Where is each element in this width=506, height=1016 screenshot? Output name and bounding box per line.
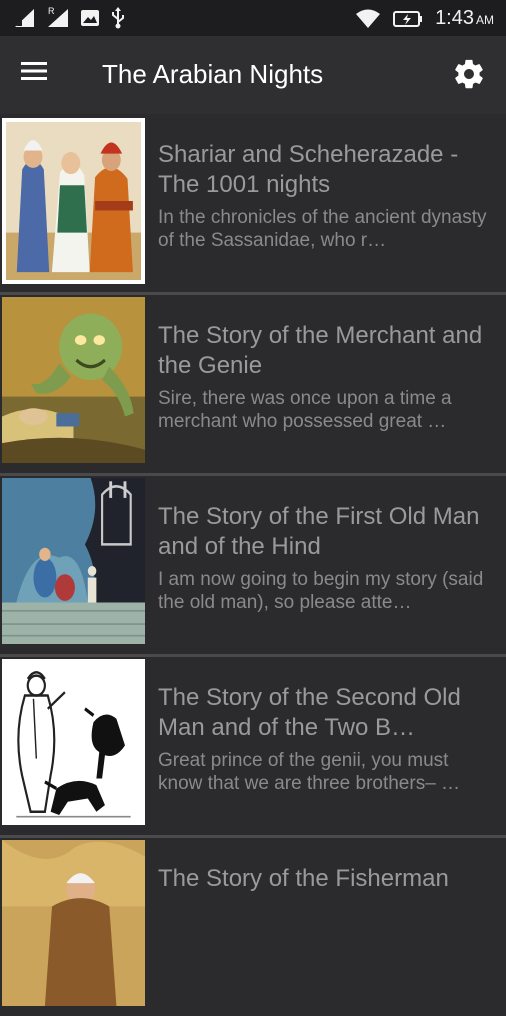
story-list: Shariar and Scheherazade - The 1001 nigh… bbox=[0, 114, 506, 1016]
hamburger-menu-icon bbox=[21, 62, 47, 80]
usb-icon bbox=[112, 7, 124, 29]
story-text: The Story of the Fisherman bbox=[158, 864, 494, 900]
story-list-item[interactable]: Shariar and Scheherazade - The 1001 nigh… bbox=[0, 114, 506, 292]
story-title: The Story of the First Old Man and of th… bbox=[158, 503, 480, 560]
story-title: The Story of the Fisherman bbox=[158, 865, 449, 892]
story-text: The Story of the Merchant and the Genie … bbox=[158, 321, 494, 433]
roaming-label: R bbox=[48, 6, 55, 16]
clock-time: 1:43 bbox=[435, 7, 474, 29]
story-illustration bbox=[2, 478, 145, 644]
story-list-item[interactable]: The Story of the First Old Man and of th… bbox=[0, 473, 506, 654]
status-bar: R 1:43 AM bbox=[0, 0, 506, 36]
story-illustration bbox=[2, 118, 145, 284]
signal-icon bbox=[15, 9, 34, 27]
story-list-item[interactable]: The Story of the Merchant and the Genie … bbox=[0, 292, 506, 473]
story-text: Shariar and Scheherazade - The 1001 nigh… bbox=[158, 140, 494, 252]
story-excerpt: In the chronicles of the ancient dynasty… bbox=[158, 207, 487, 251]
gear-icon bbox=[455, 59, 483, 89]
battery-charging-icon bbox=[393, 10, 423, 27]
settings-button[interactable] bbox=[452, 57, 486, 91]
clock-ampm: AM bbox=[476, 13, 494, 27]
app-title: The Arabian Nights bbox=[102, 59, 324, 89]
story-text: The Story of the First Old Man and of th… bbox=[158, 502, 494, 614]
image-notification-icon bbox=[81, 10, 99, 26]
status-bar-notifications: R bbox=[14, 6, 126, 29]
status-time: 1:43 AM bbox=[435, 7, 494, 30]
roaming-signal-icon: R bbox=[46, 6, 70, 28]
story-list-item[interactable]: The Story of the Second Old Man and of t… bbox=[0, 654, 506, 835]
story-list-item[interactable]: The Story of the Fisherman bbox=[0, 835, 506, 1016]
app-bar: The Arabian Nights bbox=[0, 36, 506, 114]
story-excerpt: I am now going to begin my story (said t… bbox=[158, 569, 484, 613]
story-title: The Story of the Merchant and the Genie bbox=[158, 322, 483, 379]
story-illustration bbox=[2, 659, 145, 825]
story-text: The Story of the Second Old Man and of t… bbox=[158, 683, 494, 795]
story-illustration bbox=[2, 840, 145, 1006]
menu-button[interactable] bbox=[20, 59, 56, 91]
status-bar-system: 1:43 AM bbox=[355, 7, 494, 30]
story-title: Shariar and Scheherazade - The 1001 nigh… bbox=[158, 141, 459, 198]
wifi-icon bbox=[356, 9, 381, 28]
story-excerpt: Sire, there was once upon a time a merch… bbox=[158, 388, 452, 432]
story-title: The Story of the Second Old Man and of t… bbox=[158, 684, 461, 741]
story-illustration bbox=[2, 297, 145, 463]
story-excerpt: Great prince of the genii, you must know… bbox=[158, 750, 461, 794]
